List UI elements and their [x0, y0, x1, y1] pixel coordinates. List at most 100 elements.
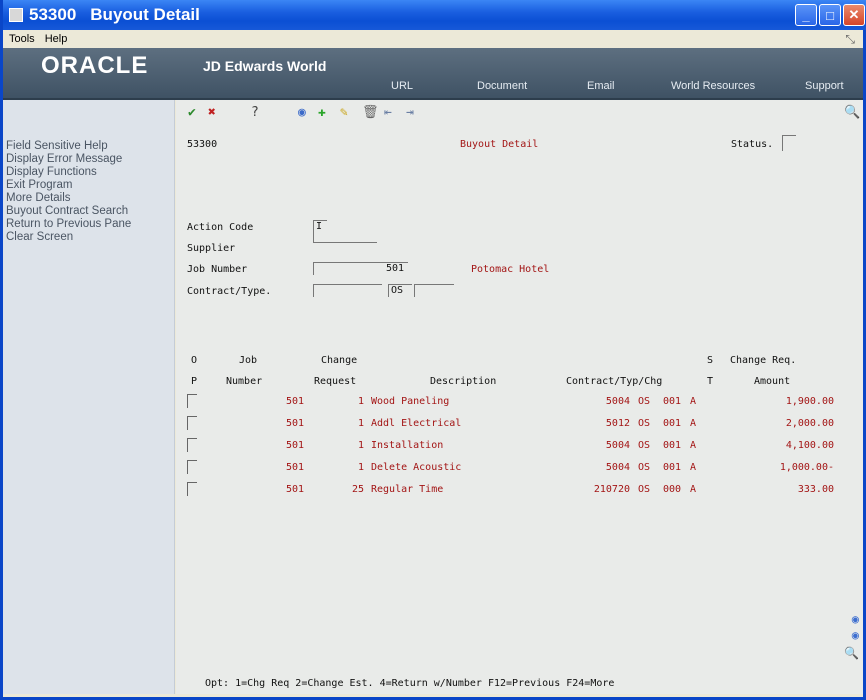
help-icon[interactable]: ? [251, 106, 259, 120]
panel-item-return-previous[interactable]: Return to Previous Pane [3, 218, 174, 231]
header-contract: Contract/Typ/Chg [566, 376, 663, 387]
change-icon[interactable]: ✎ [340, 106, 348, 120]
type-field[interactable]: OS [388, 284, 412, 297]
header-op-2: P [191, 376, 198, 387]
change-request-cell: 25 [351, 484, 364, 495]
product-name: JD Edwards World [203, 58, 327, 74]
header-change-2: Request [314, 376, 357, 387]
row-option-field[interactable] [187, 438, 197, 452]
title-bar: 53300 Buyout Detail _ □ ✕ [3, 0, 866, 30]
header-description: Description [430, 376, 497, 387]
row-option-field[interactable] [187, 416, 197, 430]
panel-item-error-message[interactable]: Display Error Message [3, 153, 174, 166]
minimize-button[interactable]: _ [795, 4, 817, 26]
type-cell: OS [638, 462, 651, 473]
status-label: Status. [731, 139, 774, 150]
job-number-cell: 501 [285, 418, 304, 429]
add-icon[interactable]: ✚ [318, 106, 326, 120]
zoom-icon[interactable]: 🔍 [844, 646, 859, 660]
main-pane: ✔ ✖ ? ◉ ✚ ✎ 🗑 ⇤ ⇥ 🔍 53300 Buyout Detail … [176, 100, 863, 694]
header-status-1: S [707, 355, 714, 366]
oracle-logo: ORACLE [41, 52, 149, 79]
close-button[interactable]: ✕ [843, 4, 865, 26]
panel-spacer [3, 106, 174, 140]
header-amount-2: Amount [754, 376, 791, 387]
job-number-cell: 501 [285, 462, 304, 473]
scroll-up-icon[interactable]: ◉ [852, 612, 859, 626]
oracle-banner: ORACLE JD Edwards World URL Document Ema… [3, 48, 863, 100]
description-cell: Installation [371, 440, 444, 451]
row-option-field[interactable] [187, 394, 197, 408]
function-panel: Field Sensitive Help Display Error Messa… [3, 100, 175, 694]
row-option-field[interactable] [187, 482, 197, 496]
description-cell: Regular Time [371, 484, 444, 495]
contract-field[interactable] [313, 284, 382, 297]
table-row: 501 1 Delete Acoustic 5004 OS 001 A 1,000.00- [176, 459, 863, 479]
change-field[interactable] [414, 284, 454, 297]
menu-bar: Tools Help ⤡ [3, 30, 863, 48]
link-email[interactable]: Email [587, 80, 615, 92]
delete-icon[interactable]: 🗑 [362, 106, 379, 120]
window-controls: _ □ ✕ [795, 4, 865, 26]
description-cell: Wood Paneling [371, 396, 450, 407]
search-icon[interactable]: 🔍 [844, 106, 860, 120]
link-world-resources[interactable]: World Resources [671, 80, 755, 92]
description-cell: Delete Acoustic [371, 462, 462, 473]
header-change-1: Change [321, 355, 358, 366]
contract-type-label: Contract/Type. [187, 286, 272, 297]
previous-icon[interactable]: ⇤ [384, 106, 392, 120]
contract-cell: 5004 [605, 440, 630, 451]
chg-cell: 000 [663, 484, 682, 495]
job-number-cell: 501 [285, 440, 304, 451]
link-url[interactable]: URL [391, 80, 413, 92]
panel-item-more-details[interactable]: More Details [3, 192, 174, 205]
amount-cell: 1,000.00- [779, 462, 834, 473]
window-title: Buyout Detail [90, 5, 200, 24]
table-row: 501 1 Wood Paneling 5004 OS 001 A 1,900.00 [176, 393, 863, 413]
panel-item-field-help[interactable]: Field Sensitive Help [3, 140, 174, 153]
header-job-1: Job [239, 355, 258, 366]
change-request-cell: 1 [357, 462, 364, 473]
next-icon[interactable]: ⇥ [406, 106, 414, 120]
type-cell: OS [638, 396, 651, 407]
maximize-button[interactable]: □ [819, 4, 841, 26]
amount-cell: 1,900.00 [785, 396, 834, 407]
panel-item-clear-screen[interactable]: Clear Screen [3, 231, 174, 244]
inquire-icon[interactable]: ◉ [298, 106, 306, 120]
header-op-1: O [191, 355, 198, 366]
status-cell: A [690, 418, 697, 429]
job-name: Potomac Hotel [471, 264, 550, 275]
header-amount-1: Change Req. [730, 355, 797, 366]
status-cell: A [690, 396, 697, 407]
type-cell: OS [638, 440, 651, 451]
contract-cell: 5004 [605, 462, 630, 473]
amount-cell: 4,100.00 [785, 440, 834, 451]
panel-item-contract-search[interactable]: Buyout Contract Search [3, 205, 174, 218]
menu-tools[interactable]: Tools [9, 33, 35, 45]
contract-cell: 5012 [605, 418, 630, 429]
cancel-icon[interactable]: ✖ [208, 106, 216, 120]
job-number-label: Job Number [187, 264, 248, 275]
chg-cell: 001 [663, 440, 682, 451]
ok-icon[interactable]: ✔ [188, 106, 196, 120]
job-number-cell: 501 [285, 484, 304, 495]
supplier-field[interactable] [313, 230, 377, 243]
status-cell: A [690, 484, 697, 495]
chg-cell: 001 [663, 396, 682, 407]
toolbar: ✔ ✖ ? ◉ ✚ ✎ 🗑 ⇤ ⇥ 🔍 [176, 100, 863, 126]
link-support[interactable]: Support [805, 80, 844, 92]
change-request-cell: 1 [357, 418, 364, 429]
panel-item-display-functions[interactable]: Display Functions [3, 166, 174, 179]
row-option-field[interactable] [187, 460, 197, 474]
program-id: 53300 [187, 139, 218, 150]
scroll-down-icon[interactable]: ◉ [852, 628, 859, 642]
job-number-field[interactable]: 501 [313, 262, 408, 275]
link-document[interactable]: Document [477, 80, 527, 92]
resize-grip-icon: ⤡ [845, 32, 855, 46]
chg-cell: 001 [663, 462, 682, 473]
amount-cell: 333.00 [797, 484, 834, 495]
action-code-label: Action Code [187, 222, 254, 233]
panel-item-exit-program[interactable]: Exit Program [3, 179, 174, 192]
status-field[interactable] [782, 135, 796, 151]
menu-help[interactable]: Help [45, 33, 68, 45]
